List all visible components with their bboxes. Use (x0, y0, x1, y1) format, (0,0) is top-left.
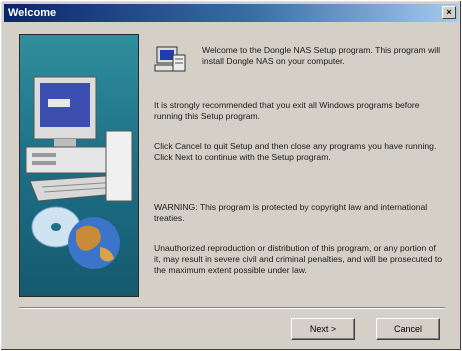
setup-side-illustration (19, 34, 139, 297)
next-button[interactable]: Next > (291, 318, 355, 340)
setup-instructions: Click Cancel to quit Setup and then clos… (154, 141, 437, 162)
close-button[interactable]: × (442, 6, 456, 19)
close-icon: × (446, 7, 452, 17)
window-title: Welcome (8, 7, 57, 19)
legal-notice: Unauthorized reproduction or distributio… (154, 243, 443, 275)
computer-cd-globe-illustration-icon (25, 76, 133, 269)
title-bar[interactable]: Welcome × (4, 4, 458, 22)
copyright-warning: WARNING: This program is protected by co… (154, 202, 428, 223)
button-divider (19, 307, 445, 309)
welcome-message: Welcome to the Dongle NAS Setup program.… (202, 45, 441, 66)
cancel-button[interactable]: Cancel (376, 318, 440, 340)
exit-programs-recommendation: It is strongly recommended that you exit… (154, 100, 420, 121)
setup-dialog: Welcome × Welcome to the Dongle NAS Setu… (0, 0, 462, 351)
setup-computer-icon (154, 46, 186, 72)
